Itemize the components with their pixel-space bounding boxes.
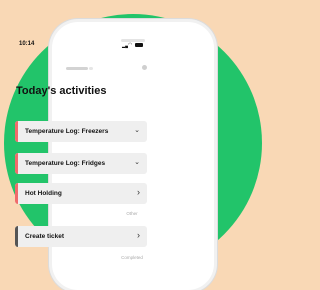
activity-label: Temperature Log: Fridges xyxy=(25,160,106,167)
status-time: 10:14 xyxy=(19,41,35,47)
status-bar-alert xyxy=(15,121,18,142)
menu-dot-icon[interactable] xyxy=(142,65,147,70)
activity-card-freezers[interactable]: Temperature Log: Freezers ⌄ xyxy=(15,121,147,142)
sheet-grabber[interactable] xyxy=(66,67,88,70)
activity-card-fridges[interactable]: Temperature Log: Fridges ⌄ xyxy=(15,153,147,174)
create-ticket-card[interactable]: Create ticket › xyxy=(15,226,147,247)
activity-card-hot-holding[interactable]: Hot Holding › xyxy=(15,183,147,204)
chevron-right-icon[interactable]: › xyxy=(137,187,140,197)
sheet-grabber-dot xyxy=(89,67,93,70)
status-bar-alert xyxy=(15,183,18,204)
wifi-icon: ◠ xyxy=(128,42,133,48)
activity-label: Temperature Log: Freezers xyxy=(25,128,109,135)
chevron-right-icon[interactable]: › xyxy=(137,230,140,240)
status-icons: ▂▄ ◠ xyxy=(122,42,146,48)
page-title: Today's activities xyxy=(16,85,107,97)
chevron-down-icon[interactable]: ⌄ xyxy=(134,126,140,134)
battery-icon xyxy=(135,43,143,47)
create-ticket-label: Create ticket xyxy=(25,233,65,240)
activity-label: Hot Holding xyxy=(25,190,62,197)
status-bar-neutral xyxy=(15,226,18,247)
status-bar-alert xyxy=(15,153,18,174)
section-label-completed: Completed xyxy=(121,255,143,260)
section-label-other: Other xyxy=(126,211,138,216)
chevron-down-icon[interactable]: ⌄ xyxy=(134,158,140,166)
